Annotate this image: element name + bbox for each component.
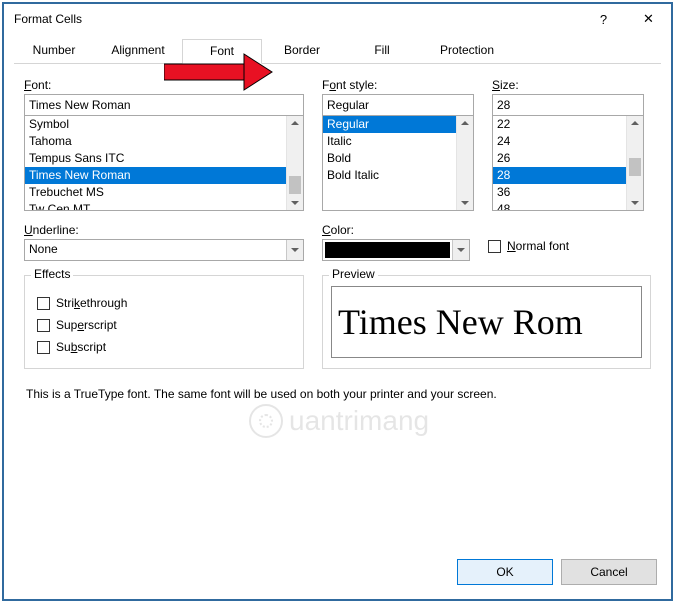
list-item[interactable]: 48 <box>493 201 626 211</box>
font-label: Font: <box>24 78 304 92</box>
tab-protection[interactable]: Protection <box>422 39 512 64</box>
list-item[interactable]: Tempus Sans ITC <box>25 150 286 167</box>
list-item[interactable]: 28 <box>493 167 626 184</box>
underline-combo[interactable]: None <box>24 239 304 261</box>
strikethrough-checkbox[interactable]: Strikethrough <box>37 296 291 310</box>
size-listbox[interactable]: 22 24 26 28 36 48 <box>492 115 644 211</box>
list-item[interactable]: Trebuchet MS <box>25 184 286 201</box>
tab-alignment[interactable]: Alignment <box>94 39 182 64</box>
checkbox-icon <box>37 297 50 310</box>
effects-label: Effects <box>31 267 73 281</box>
checkbox-icon <box>488 240 501 253</box>
tab-border[interactable]: Border <box>262 39 342 64</box>
size-input[interactable] <box>492 94 644 116</box>
list-item[interactable]: Bold Italic <box>323 167 456 184</box>
cancel-button[interactable]: Cancel <box>561 559 657 585</box>
underline-value: None <box>25 240 286 260</box>
tab-bar: Number Alignment Font Border Fill Protec… <box>14 38 661 64</box>
superscript-checkbox[interactable]: Superscript <box>37 318 291 332</box>
font-description: This is a TrueType font. The same font w… <box>26 387 649 401</box>
tab-font[interactable]: Font <box>182 39 262 64</box>
scrollbar[interactable] <box>626 116 643 210</box>
ok-button[interactable]: OK <box>457 559 553 585</box>
normal-font-checkbox[interactable]: Normal font <box>488 239 651 253</box>
subscript-checkbox[interactable]: Subscript <box>37 340 291 354</box>
tab-fill[interactable]: Fill <box>342 39 422 64</box>
titlebar: Format Cells ? ✕ <box>4 4 671 34</box>
list-item[interactable]: Symbol <box>25 116 286 133</box>
font-style-input[interactable] <box>322 94 474 116</box>
font-style-listbox[interactable]: Regular Italic Bold Bold Italic <box>322 115 474 211</box>
list-item[interactable]: Tw Cen MT <box>25 201 286 211</box>
effects-group: Effects Strikethrough Superscript Subscr… <box>24 275 304 369</box>
preview-label: Preview <box>329 267 378 281</box>
chevron-down-icon[interactable] <box>452 240 469 260</box>
scrollbar[interactable] <box>286 116 303 210</box>
font-style-label: Font style: <box>322 78 474 92</box>
preview-box: Times New Rom <box>331 286 642 358</box>
color-label: Color: <box>322 223 470 237</box>
list-item[interactable]: 26 <box>493 150 626 167</box>
dialog-content: Font: Symbol Tahoma Tempus Sans ITC Time… <box>4 64 671 549</box>
underline-label: Underline: <box>24 223 304 237</box>
chevron-down-icon[interactable] <box>286 240 303 260</box>
list-item[interactable]: 24 <box>493 133 626 150</box>
checkbox-icon <box>37 341 50 354</box>
size-label: Size: <box>492 78 644 92</box>
color-combo[interactable] <box>322 239 470 261</box>
watermark: uantrimang <box>249 404 429 438</box>
help-button[interactable]: ? <box>581 4 626 34</box>
list-item[interactable]: 22 <box>493 116 626 133</box>
format-cells-dialog: Format Cells ? ✕ Number Alignment Font B… <box>2 2 673 601</box>
list-item[interactable]: Tahoma <box>25 133 286 150</box>
font-input[interactable] <box>24 94 304 116</box>
dialog-footer: OK Cancel <box>4 549 671 599</box>
list-item[interactable]: Bold <box>323 150 456 167</box>
preview-group: Preview Times New Rom <box>322 275 651 369</box>
scrollbar[interactable] <box>456 116 473 210</box>
checkbox-icon <box>37 319 50 332</box>
close-button[interactable]: ✕ <box>626 4 671 34</box>
list-item[interactable]: Regular <box>323 116 456 133</box>
font-listbox[interactable]: Symbol Tahoma Tempus Sans ITC Times New … <box>24 115 304 211</box>
tab-number[interactable]: Number <box>14 39 94 64</box>
list-item[interactable]: Italic <box>323 133 456 150</box>
list-item[interactable]: Times New Roman <box>25 167 286 184</box>
window-title: Format Cells <box>14 12 581 26</box>
color-swatch <box>325 242 450 258</box>
list-item[interactable]: 36 <box>493 184 626 201</box>
